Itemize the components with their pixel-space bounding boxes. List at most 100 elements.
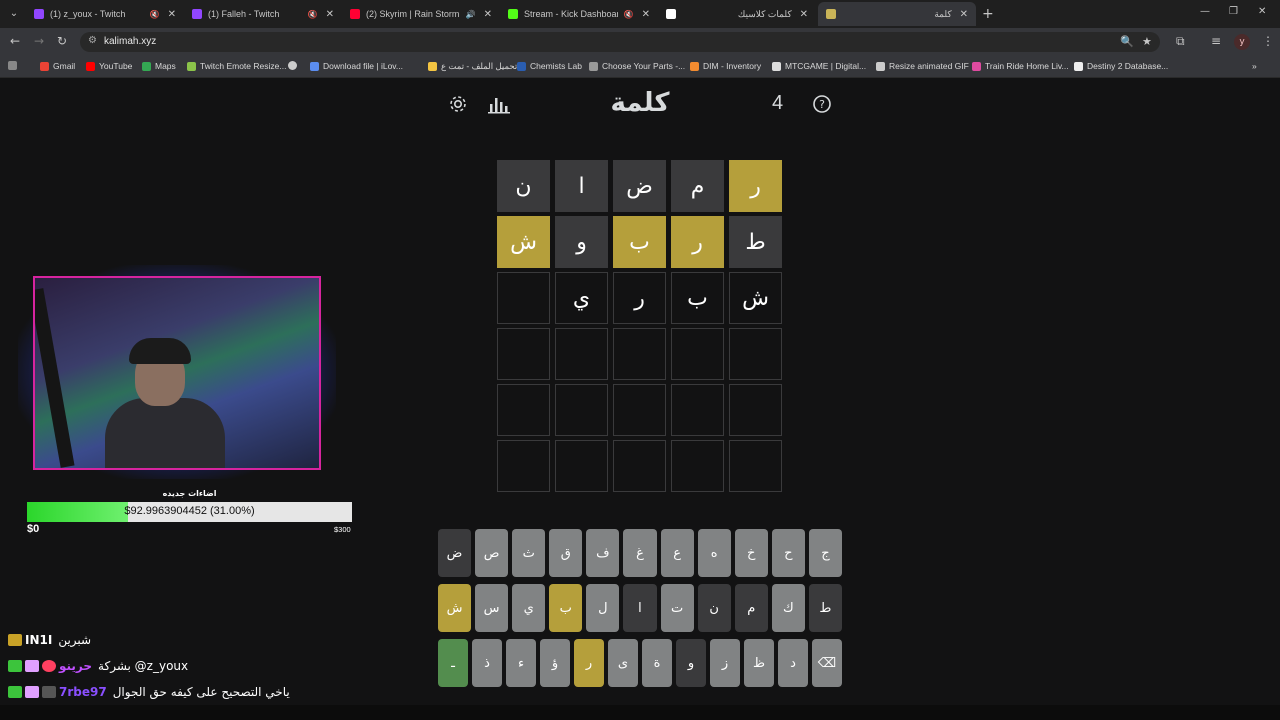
bookmark-chemists-lab[interactable]: Chemists Lab — [517, 61, 582, 71]
url-text[interactable]: kalimah.xyz — [104, 36, 156, 47]
keyboard-key[interactable]: ج — [808, 529, 842, 577]
train-icon — [972, 61, 981, 71]
tab-skyrim[interactable]: (2) Skyrim | Rain Storm | Re 🔊 ✕ — [342, 2, 500, 26]
keyboard-key[interactable]: ؤ — [540, 639, 570, 687]
keyboard-key[interactable]: ذ — [472, 639, 502, 687]
keyboard-key[interactable]: ه — [697, 529, 731, 577]
profile-avatar[interactable]: y — [1234, 34, 1250, 50]
bookmark-maps[interactable]: Maps — [142, 61, 176, 71]
bottom-strip — [0, 705, 1280, 720]
keyboard-key[interactable]: خ — [734, 529, 768, 577]
keyboard-key[interactable]: ز — [710, 639, 740, 687]
stats-chart-icon[interactable] — [488, 94, 510, 118]
close-tab-icon[interactable]: ✕ — [484, 9, 492, 20]
keyboard-key[interactable]: ق — [549, 529, 583, 577]
restore-icon[interactable]: ❐ — [1229, 6, 1238, 17]
keyboard-key[interactable]: غ — [623, 529, 657, 577]
kalimah-icon — [826, 9, 836, 19]
new-tab-icon[interactable]: + — [982, 5, 996, 23]
board-tile — [555, 384, 608, 436]
keyboard-key[interactable]: س — [475, 584, 509, 632]
omnibox[interactable]: ⚙ kalimah.xyz 🔍 ★ — [80, 32, 1160, 52]
keyboard-key[interactable]: ب — [549, 584, 583, 632]
board-tile: ا — [555, 160, 608, 212]
help-question-icon[interactable]: ? — [812, 94, 832, 118]
keyboard-key[interactable]: ر — [574, 639, 604, 687]
bookmark-ilove[interactable]: Download file | iLov... — [310, 61, 403, 71]
backspace-key[interactable]: ⌫ — [812, 639, 842, 687]
close-tab-icon[interactable]: ✕ — [326, 9, 334, 20]
tab-falleh[interactable]: (1) Falleh - Twitch 🔇 ✕ — [184, 2, 342, 26]
extensions-icon[interactable]: ⧉ — [1176, 34, 1185, 49]
keyboard-key[interactable]: ف — [586, 529, 620, 577]
settings-gear-icon[interactable] — [448, 94, 468, 118]
keyboard-key[interactable]: ط — [808, 584, 842, 632]
bookmark-dim[interactable]: DIM - Inventory — [690, 61, 761, 71]
media-control-icon[interactable]: ≡ — [1211, 34, 1221, 48]
tab-kalimat-classic[interactable]: كلمات كلاسيك ✕ — [658, 2, 816, 26]
tab-title: كلمة — [934, 8, 952, 19]
bookmark-gmail[interactable]: Gmail — [40, 61, 75, 71]
mic-arm — [35, 288, 75, 468]
bookmark-destiny[interactable]: Destiny 2 Database... — [1074, 61, 1168, 71]
keyboard-key[interactable]: ة — [642, 639, 672, 687]
close-tab-icon[interactable]: ✕ — [642, 9, 650, 20]
keyboard-key[interactable]: ش — [438, 584, 472, 632]
back-icon[interactable]: ← — [10, 34, 20, 48]
board-tile — [555, 440, 608, 492]
keyboard-key[interactable]: و — [676, 639, 706, 687]
close-window-icon[interactable]: ✕ — [1258, 6, 1266, 17]
keyboard-key[interactable]: ظ — [744, 639, 774, 687]
minimize-icon[interactable]: — — [1200, 6, 1210, 17]
keyboard-key[interactable]: ص — [475, 529, 509, 577]
kick-icon — [508, 9, 518, 19]
keyboard-key[interactable]: ث — [512, 529, 546, 577]
youtube-icon — [350, 9, 360, 19]
keyboard-key[interactable]: ك — [771, 584, 805, 632]
bookmark-globe[interactable] — [288, 61, 301, 70]
zoom-icon[interactable]: 🔍 — [1120, 35, 1134, 48]
board-tile: و — [555, 216, 608, 268]
tab-z-youx[interactable]: (1) z_youx - Twitch 🔇 ✕ — [26, 2, 184, 26]
muted-icon[interactable]: 🔇 — [624, 10, 634, 19]
bookmark-train-ride[interactable]: Train Ride Home Liv... — [972, 61, 1069, 71]
board-tile: ض — [613, 160, 666, 212]
board-tile: ش — [729, 272, 782, 324]
muted-icon[interactable]: 🔇 — [150, 10, 160, 19]
keyboard-key[interactable]: ت — [660, 584, 694, 632]
keyboard-key[interactable]: ى — [608, 639, 638, 687]
muted-icon[interactable]: 🔇 — [308, 10, 318, 19]
keyboard-key[interactable]: ا — [623, 584, 657, 632]
tab-search-dropdown[interactable]: ⌄ — [6, 6, 22, 22]
bookmark-arabic-download[interactable]: تحميل الملف - تمت ع... — [428, 61, 524, 72]
forward-icon[interactable]: → — [34, 34, 44, 48]
bookmark-resize-gif[interactable]: Resize animated GIF — [876, 61, 969, 71]
bookmark-mtcgame[interactable]: MTCGAME | Digital... — [772, 61, 866, 71]
site-info-icon[interactable]: ⚙ — [88, 35, 97, 46]
keyboard-key[interactable]: د — [778, 639, 808, 687]
audio-icon[interactable]: 🔊 — [466, 10, 476, 19]
close-tab-icon[interactable]: ✕ — [800, 9, 808, 20]
keyboard-key[interactable]: ل — [586, 584, 620, 632]
keyboard-key[interactable]: ع — [660, 529, 694, 577]
keyboard-key[interactable]: ء — [506, 639, 536, 687]
keyboard-key[interactable]: ن — [697, 584, 731, 632]
bookmark-youtube[interactable]: YouTube — [86, 61, 132, 71]
keyboard-key[interactable]: ح — [771, 529, 805, 577]
more-bookmarks-icon[interactable]: » — [1252, 61, 1257, 71]
bookmark-twitch-emote[interactable]: Twitch Emote Resize... — [187, 61, 286, 71]
keyboard-key[interactable]: م — [734, 584, 768, 632]
board-tile — [497, 328, 550, 380]
close-tab-icon[interactable]: ✕ — [960, 9, 968, 20]
bookmark-choose-parts[interactable]: Choose Your Parts -... — [589, 61, 685, 71]
tab-kick-dashboard[interactable]: Stream - Kick Dashboard 🔇 ✕ — [500, 2, 658, 26]
apps-grid-icon[interactable] — [8, 61, 21, 70]
keyboard-key[interactable]: ض — [438, 529, 472, 577]
enter-key[interactable]: ـ — [438, 639, 468, 687]
close-tab-icon[interactable]: ✕ — [168, 9, 176, 20]
keyboard-key[interactable]: ي — [512, 584, 546, 632]
reload-icon[interactable]: ↻ — [57, 34, 67, 48]
bookmark-star-icon[interactable]: ★ — [1142, 35, 1152, 48]
tab-kalimah-active[interactable]: كلمة ✕ — [818, 2, 976, 26]
menu-kebab-icon[interactable]: ⋮ — [1262, 34, 1274, 48]
